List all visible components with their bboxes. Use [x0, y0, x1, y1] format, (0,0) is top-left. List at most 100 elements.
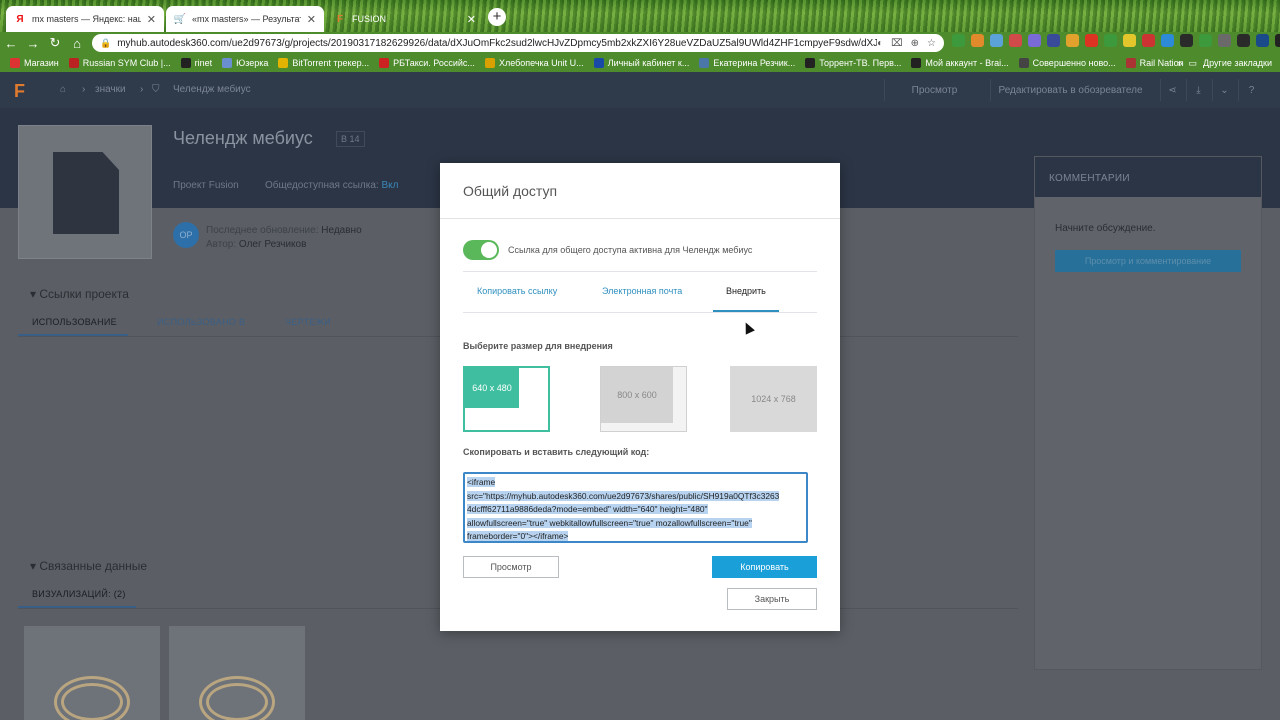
extension-icon[interactable]	[971, 34, 984, 47]
view-and-comment-button[interactable]: Просмотр и комментирование	[1055, 250, 1241, 272]
extension-icon[interactable]	[1199, 34, 1212, 47]
breadcrumb-separator: ›	[140, 84, 144, 95]
bookmark-label: Мой аккаунт - Brai...	[925, 58, 1009, 68]
zoom-icon[interactable]: ⊕	[911, 38, 919, 49]
share-link-status: Ссылка для общего доступа активна для Че…	[508, 245, 753, 255]
extension-icon[interactable]	[1123, 34, 1136, 47]
links-section-title[interactable]: ▾ Ссылки проекта	[30, 287, 129, 301]
bookmark-favicon-icon	[68, 58, 79, 68]
bookmark-item[interactable]: Мой аккаунт - Brai...	[911, 58, 1009, 68]
breadcrumb-folder[interactable]: значки	[95, 84, 126, 95]
bookmark-label: РБТакси. Российс...	[393, 58, 475, 68]
back-icon[interactable]: ←	[0, 36, 22, 51]
tab-copy-link[interactable]: Копировать ссылку	[477, 286, 557, 296]
size-option-640[interactable]: 640 x 480	[463, 366, 550, 432]
reload-icon[interactable]: ↻	[44, 35, 66, 51]
size-option-800[interactable]: 800 x 600	[600, 366, 687, 432]
bookmark-item[interactable]: Хлебопечка Unit U...	[484, 58, 584, 68]
visualization-thumbnail[interactable]	[169, 626, 305, 720]
bookmark-item[interactable]: РБТакси. Российс...	[379, 58, 475, 68]
bookmark-item[interactable]: BitTorrent трекер...	[278, 58, 369, 68]
bookmark-item[interactable]: Екатерина Резчик...	[699, 58, 795, 68]
code-line: src="https://myhub.autodesk360.com/ue2d9…	[467, 490, 780, 501]
bookmark-item[interactable]: Торрент-ТВ. Перв...	[805, 58, 901, 68]
tab-used-in[interactable]: ИСПОЛЬЗОВАНО В	[157, 317, 245, 327]
extension-icon[interactable]	[1161, 34, 1174, 47]
size-option-1024[interactable]: 1024 x 768	[730, 366, 817, 432]
embed-code-textarea[interactable]: <iframe src="https://myhub.autodesk360.c…	[463, 472, 808, 543]
share-icon[interactable]: ⋖	[1160, 79, 1184, 101]
url-text[interactable]: myhub.autodesk360.com/ue2d97673/g/projec…	[117, 38, 877, 49]
bookmark-item[interactable]: Личный кабинет к...	[593, 58, 689, 68]
camera-icon[interactable]: ◐	[877, 38, 883, 49]
lock-icon: 🔒	[100, 37, 112, 48]
bookmark-favicon-icon	[10, 58, 20, 68]
translate-icon[interactable]: ⌧	[891, 38, 903, 49]
extension-icon[interactable]	[1142, 34, 1155, 47]
bookmark-item[interactable]: Юзерка	[222, 58, 268, 68]
tab-visualizations[interactable]: ВИЗУАЛИЗАЦИЙ: (2)	[32, 589, 126, 599]
extension-icon[interactable]	[1066, 34, 1079, 47]
bookmark-label: Торрент-ТВ. Перв...	[819, 58, 902, 68]
close-tab-icon[interactable]: ✕	[467, 13, 476, 26]
bookmark-item[interactable]: Russian SYM Club |...	[68, 58, 171, 68]
fusion-icon: F	[336, 13, 344, 25]
bookmark-item[interactable]: Совершенно ново...	[1018, 58, 1116, 68]
browser-toolbar: ← → ↻ ⌂ 🔒 myhub.autodesk360.com/ue2d9767…	[0, 32, 1280, 54]
extension-icon[interactable]	[1009, 34, 1022, 47]
extension-icon[interactable]	[1028, 34, 1041, 47]
extension-icon[interactable]	[1085, 34, 1098, 47]
copy-button[interactable]: Копировать	[712, 556, 817, 578]
extension-icon[interactable]	[1237, 34, 1250, 47]
bookmark-item[interactable]: Магазин	[10, 58, 59, 68]
bookmarks-more-button[interactable]: »	[1178, 58, 1183, 68]
tab-drawings[interactable]: ЧЕРТЕЖИ	[285, 317, 331, 327]
close-tab-icon[interactable]: ✕	[147, 13, 156, 26]
home-icon[interactable]: ⌂	[66, 36, 88, 51]
bookmark-label: Юзерка	[236, 58, 269, 68]
bookmark-label: Совершенно ново...	[1032, 58, 1116, 68]
extension-icon[interactable]	[1256, 34, 1269, 47]
other-bookmarks[interactable]: Другие закладки	[1203, 58, 1272, 68]
tab-embed[interactable]: Внедрить	[726, 286, 766, 296]
chevron-down-icon[interactable]: ⌄	[1212, 79, 1236, 101]
extension-icon[interactable]	[1104, 34, 1117, 47]
share-dialog: Общий доступ Ссылка для общего доступа а…	[440, 163, 840, 631]
tab-email[interactable]: Электронная почта	[602, 286, 682, 296]
visualization-thumbnail[interactable]	[24, 626, 160, 720]
close-tab-icon[interactable]: ✕	[307, 13, 316, 26]
bookmark-star-icon[interactable]: ☆	[927, 38, 936, 49]
edit-in-browser-button[interactable]: Редактировать в обозревателе	[990, 79, 1150, 101]
close-button[interactable]: Закрыть	[727, 588, 817, 610]
view-button[interactable]: Просмотр	[884, 79, 984, 101]
bookmark-favicon-icon	[1018, 58, 1029, 68]
preview-button[interactable]: Просмотр	[463, 556, 559, 578]
extension-icon[interactable]	[952, 34, 965, 47]
dialog-header: Общий доступ	[440, 163, 840, 219]
home-icon[interactable]: ⌂	[60, 84, 66, 95]
forward-icon[interactable]: →	[22, 36, 44, 51]
share-link-toggle[interactable]	[463, 240, 499, 260]
size-label: 800 x 600	[601, 367, 673, 423]
browser-tab-fusion[interactable]: F FUSION ✕	[326, 6, 484, 32]
browser-tab-shopping[interactable]: 🛒 «mx masters» — Результаты по ✕	[166, 6, 324, 32]
code-line: frameborder="0"></iframe>	[467, 531, 569, 542]
version-badge[interactable]: В 14	[336, 131, 365, 147]
bookmark-item[interactable]: rinet	[180, 58, 212, 68]
bookmark-item[interactable]: Rail Nation	[1125, 58, 1184, 68]
public-link-value[interactable]: Вкл	[381, 180, 398, 191]
extension-icon[interactable]	[1047, 34, 1060, 47]
extension-icon[interactable]	[990, 34, 1003, 47]
extension-icon[interactable]	[1180, 34, 1193, 47]
extension-icon[interactable]	[1275, 34, 1280, 47]
help-icon[interactable]: ?	[1238, 79, 1264, 101]
links-section-label: Ссылки проекта	[39, 287, 129, 301]
address-bar[interactable]: 🔒 myhub.autodesk360.com/ue2d97673/g/proj…	[92, 34, 944, 52]
related-section-title[interactable]: ▾ Связанные данные	[30, 559, 147, 573]
extension-icon[interactable]	[1218, 34, 1231, 47]
tab-usage[interactable]: ИСПОЛЬЗОВАНИЕ	[32, 317, 117, 327]
new-tab-button[interactable]: +	[488, 8, 506, 26]
download-icon[interactable]: ⤓	[1186, 79, 1210, 101]
browser-tab-yandex[interactable]: Я mx masters — Яндекс: нашлось ✕	[6, 6, 164, 32]
author: Автор: Олег Резчиков	[206, 239, 306, 250]
